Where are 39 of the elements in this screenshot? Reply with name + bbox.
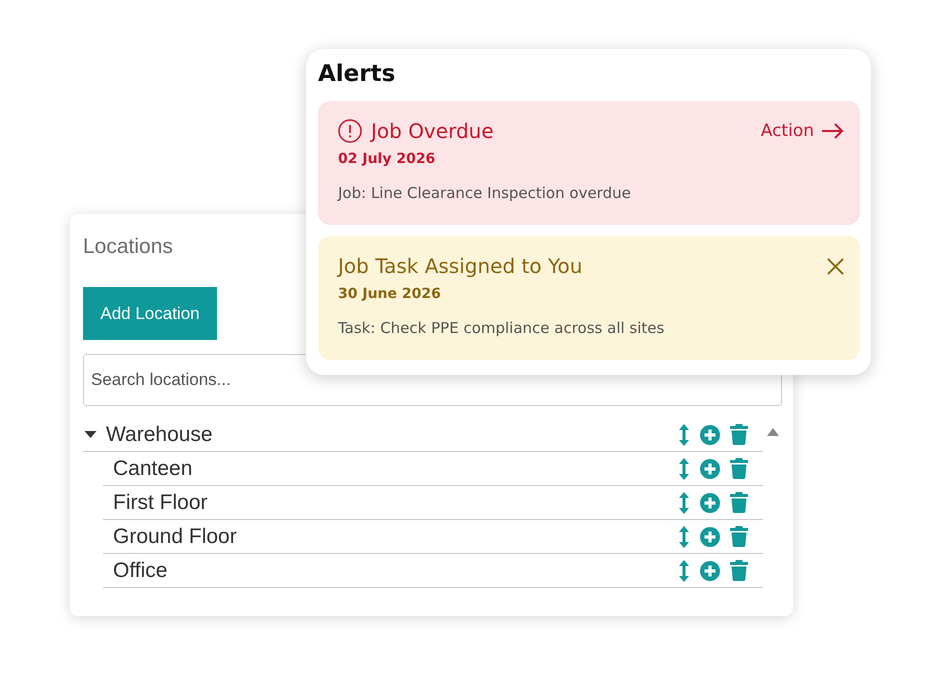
add-icon[interactable] bbox=[700, 560, 720, 580]
add-icon[interactable] bbox=[700, 492, 720, 512]
tree-label: Warehouse bbox=[106, 422, 214, 446]
alert-title: Job Task Assigned to You bbox=[338, 253, 582, 279]
tree-label: First Floor bbox=[113, 490, 208, 514]
arrow-right-icon bbox=[822, 123, 844, 139]
alert-date: 02 July 2026 bbox=[338, 150, 436, 169]
tree-row[interactable]: First Floor bbox=[103, 486, 763, 520]
exclamation-icon bbox=[338, 119, 362, 143]
tree-label: Canteen bbox=[113, 456, 194, 480]
scroll-up-icon[interactable] bbox=[766, 428, 778, 436]
move-icon[interactable] bbox=[679, 526, 689, 548]
delete-icon[interactable] bbox=[730, 424, 748, 445]
caret-icon[interactable] bbox=[84, 431, 97, 438]
tree-row[interactable]: Canteen bbox=[103, 452, 763, 486]
tree-row[interactable]: Warehouse bbox=[83, 418, 763, 452]
delete-icon[interactable] bbox=[730, 492, 748, 513]
add-icon[interactable] bbox=[700, 424, 720, 444]
alert-message: Job: Line Clearance Inspection overdue bbox=[338, 183, 632, 203]
delete-icon[interactable] bbox=[730, 560, 748, 581]
move-icon[interactable] bbox=[679, 560, 689, 582]
move-icon[interactable] bbox=[679, 458, 689, 480]
close-icon[interactable] bbox=[827, 258, 844, 274]
tree-label: Ground Floor bbox=[113, 524, 238, 548]
move-icon[interactable] bbox=[679, 492, 689, 514]
alert-title: Job Overdue bbox=[371, 118, 494, 144]
tree-label: Office bbox=[113, 558, 168, 582]
alert-message: Task: Check PPE compliance across all sites bbox=[338, 318, 666, 338]
add-icon[interactable] bbox=[700, 526, 720, 546]
tree-row[interactable]: Ground Floor bbox=[103, 520, 763, 554]
panel-title: Alerts bbox=[318, 60, 396, 89]
delete-icon[interactable] bbox=[730, 526, 748, 547]
alert-date: 30 June 2026 bbox=[338, 285, 442, 304]
add-icon[interactable] bbox=[700, 458, 720, 478]
panel-title: Locations bbox=[83, 234, 173, 260]
move-icon[interactable] bbox=[679, 424, 689, 446]
delete-icon[interactable] bbox=[730, 458, 748, 479]
action-link[interactable]: Action bbox=[760, 121, 844, 141]
tree-row[interactable]: Office bbox=[103, 554, 763, 588]
